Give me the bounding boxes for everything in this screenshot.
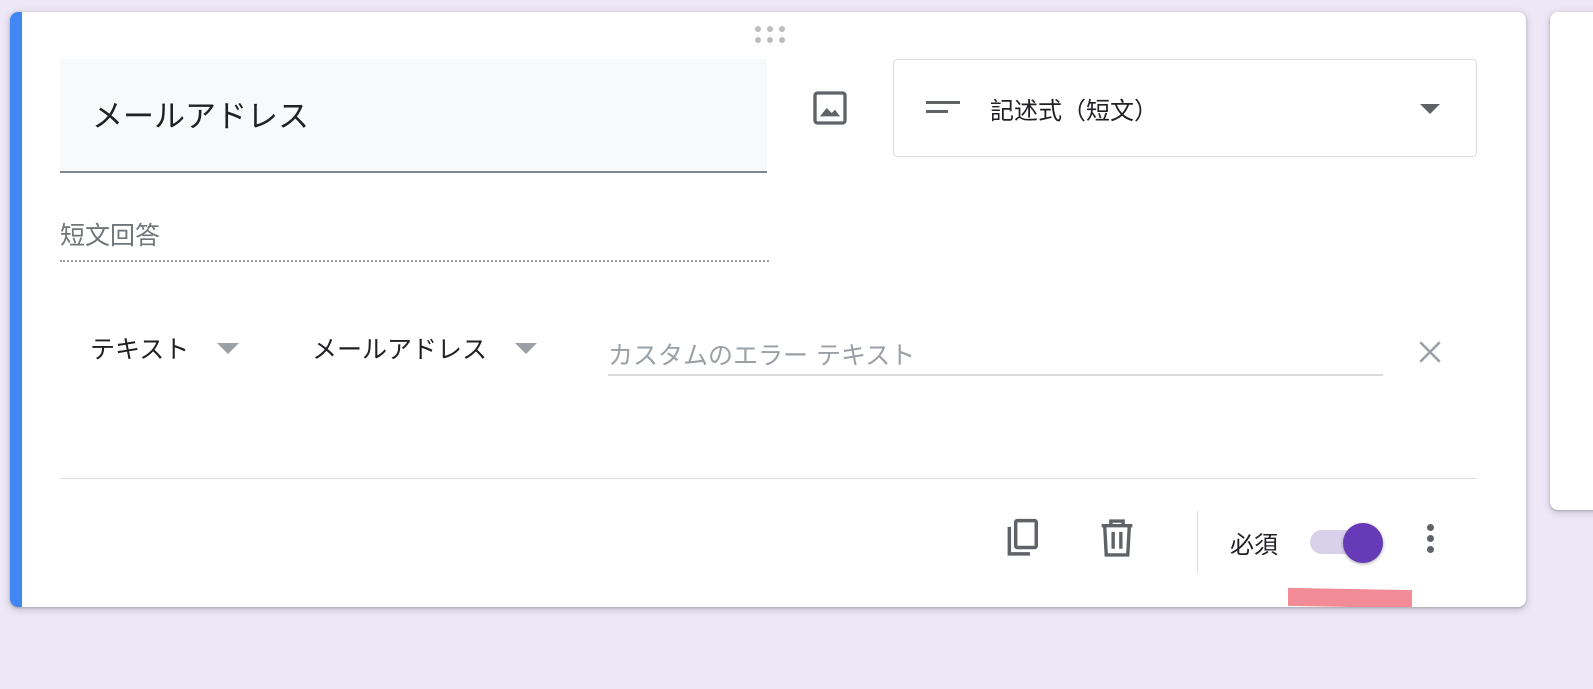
chevron-down-icon — [515, 342, 538, 354]
remove-validation-button[interactable] — [1410, 332, 1450, 372]
close-icon — [1419, 341, 1441, 363]
validation-rule-dropdown[interactable]: メールアドレス — [312, 330, 538, 366]
trash-icon — [1101, 519, 1133, 557]
more-options-button[interactable] — [1406, 514, 1454, 562]
chevron-down-icon — [1420, 104, 1440, 114]
short-text-icon — [926, 101, 960, 113]
question-type-label: 記述式（短文） — [990, 96, 1158, 125]
drag-handle-icon[interactable] — [754, 26, 786, 44]
side-toolbar-card — [1550, 12, 1593, 510]
add-image-button[interactable] — [806, 84, 854, 132]
more-vert-icon — [1426, 523, 1434, 531]
validation-rule-label: メールアドレス — [312, 335, 488, 364]
validation-type-dropdown[interactable]: テキスト — [90, 330, 240, 366]
footer-separator — [1197, 511, 1198, 573]
question-type-dropdown[interactable]: 記述式（短文） — [893, 59, 1477, 157]
required-toggle[interactable] — [1310, 522, 1386, 564]
custom-error-text-input[interactable] — [608, 322, 1383, 376]
toggle-knob — [1343, 523, 1383, 563]
response-validation-row: テキスト メールアドレス — [60, 322, 1480, 382]
question-card[interactable]: メールアドレス 記述式（短文） 短文回答 テキスト メールアドレス カスタムのエ… — [10, 12, 1526, 607]
image-icon — [813, 91, 847, 125]
required-label: 必須 — [1230, 531, 1278, 559]
annotation-highlight — [1288, 587, 1412, 607]
active-indicator — [10, 12, 22, 607]
chevron-down-icon — [217, 342, 240, 354]
delete-button[interactable] — [1093, 514, 1141, 562]
validation-type-label: テキスト — [90, 335, 190, 364]
short-answer-placeholder: 短文回答 — [60, 208, 769, 262]
question-title-field[interactable]: メールアドレス — [60, 59, 767, 173]
duplicate-button[interactable] — [998, 514, 1046, 562]
footer-divider — [60, 478, 1477, 479]
copy-icon — [1007, 518, 1038, 556]
